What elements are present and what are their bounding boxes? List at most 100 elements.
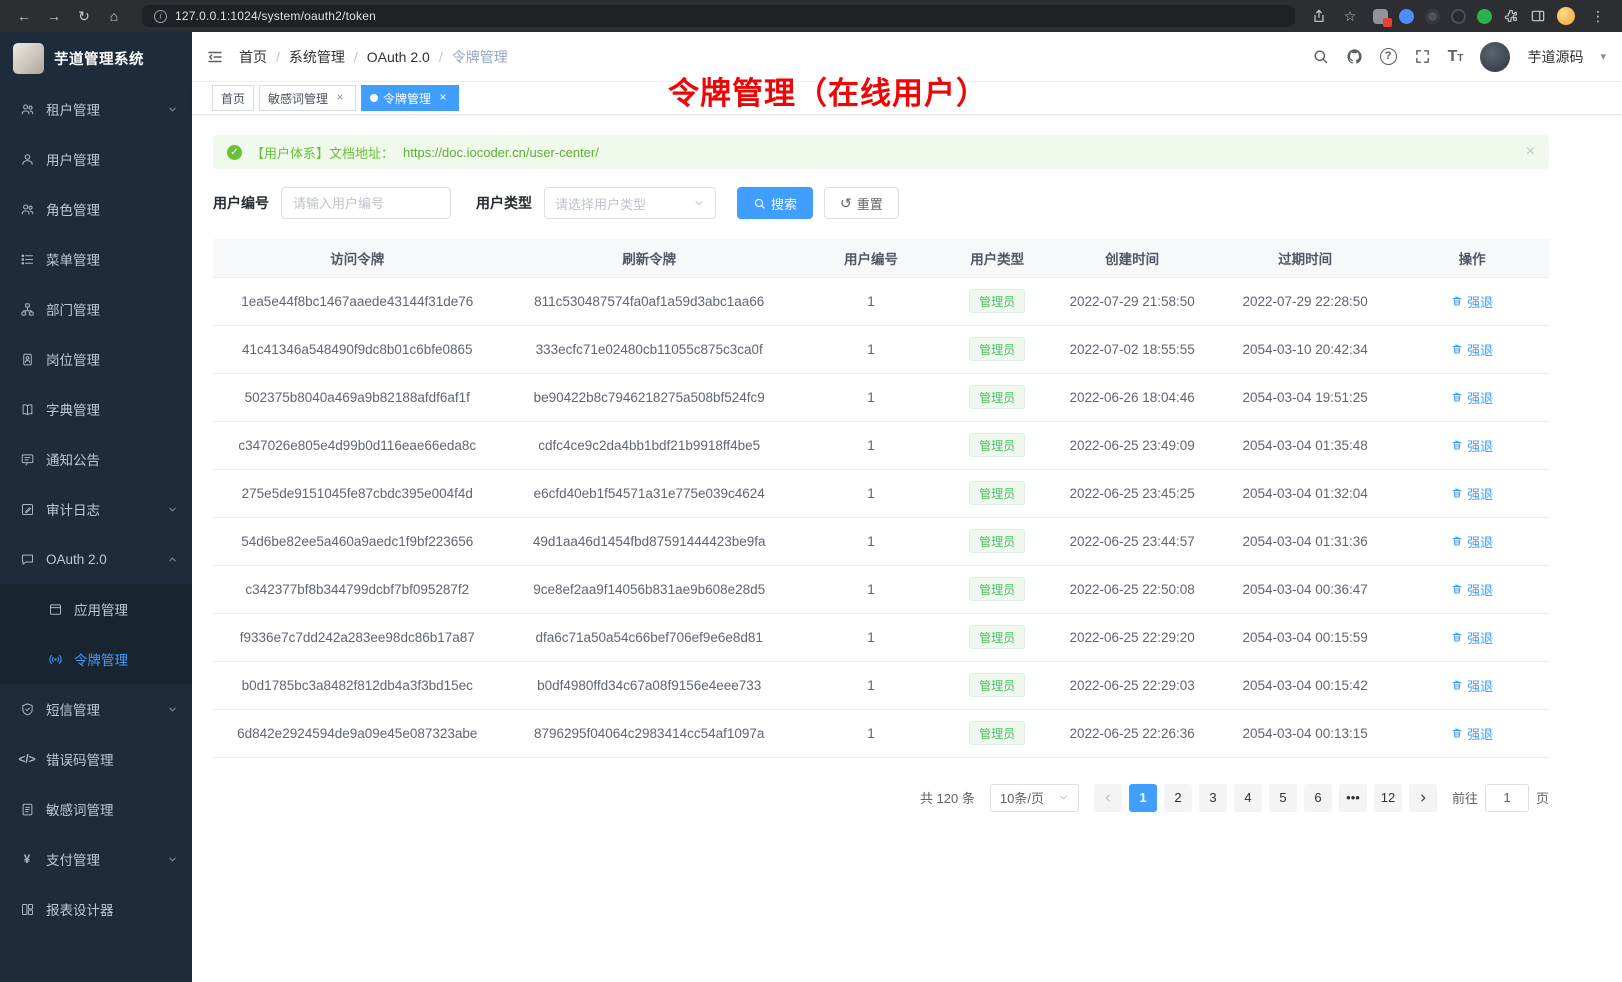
sidebar-item-sms-management[interactable]: 短信管理 xyxy=(0,684,192,734)
force-logout-button[interactable]: 强退 xyxy=(1451,532,1493,551)
chevron-down-icon xyxy=(1058,792,1069,803)
close-icon[interactable]: × xyxy=(1526,143,1535,161)
access-token-cell: c347026e805e4d99b0d116eae66eda8c xyxy=(213,421,502,469)
access-token-cell: f9336e7c7dd242a283ee98dc86b17a87 xyxy=(213,613,502,661)
extension-icon[interactable] xyxy=(1425,9,1440,24)
sidebar-item-app-management[interactable]: 应用管理 xyxy=(0,584,192,634)
url-text[interactable]: 127.0.0.1:1024/system/oauth2/token xyxy=(175,9,376,23)
user-avatar[interactable] xyxy=(1480,42,1510,72)
sidebar-item-label: 敏感词管理 xyxy=(46,799,114,819)
address-bar[interactable]: i 127.0.0.1:1024/system/oauth2/token xyxy=(142,5,1295,27)
force-logout-button[interactable]: 强退 xyxy=(1451,724,1493,743)
next-page-button[interactable] xyxy=(1409,784,1437,812)
sidebar-item-dict-management[interactable]: 字典管理 xyxy=(0,384,192,434)
force-logout-button[interactable]: 强退 xyxy=(1451,580,1493,599)
fullscreen-icon[interactable] xyxy=(1414,48,1431,65)
close-icon[interactable]: × xyxy=(436,91,450,105)
browser-profile-avatar[interactable] xyxy=(1557,7,1575,25)
side-panel-icon[interactable] xyxy=(1530,8,1546,24)
sidebar-collapse-icon[interactable] xyxy=(206,48,224,66)
sidebar-item-user-management[interactable]: 用户管理 xyxy=(0,134,192,184)
table-row: c347026e805e4d99b0d116eae66eda8c cdfc4ce… xyxy=(213,421,1549,469)
force-logout-button[interactable]: 强退 xyxy=(1451,436,1493,455)
breadcrumb-item-home[interactable]: 首页 xyxy=(239,47,267,67)
page-size-select[interactable]: 10条/页 xyxy=(990,784,1079,812)
github-icon[interactable] xyxy=(1346,48,1363,65)
page-button-1[interactable]: 1 xyxy=(1129,784,1157,812)
username[interactable]: 芋道源码 xyxy=(1527,47,1583,67)
sidebar-item-dept-management[interactable]: 部门管理 xyxy=(0,284,192,334)
user-type-select[interactable]: 请选择用户类型 xyxy=(544,187,716,219)
page-button-12[interactable]: 12 xyxy=(1374,784,1402,812)
user-id-cell: 1 xyxy=(797,421,945,469)
force-logout-button[interactable]: 强退 xyxy=(1451,628,1493,647)
app-logo[interactable]: 芋道管理系统 xyxy=(0,32,192,84)
sidebar-item-role-management[interactable]: 角色管理 xyxy=(0,184,192,234)
tab-home[interactable]: 首页 xyxy=(212,85,254,111)
user-id-input[interactable] xyxy=(281,187,451,219)
user-id-label: 用户编号 xyxy=(213,193,269,213)
col-expire-time: 过期时间 xyxy=(1215,239,1395,277)
share-icon[interactable] xyxy=(1311,8,1327,24)
bookmark-star-icon[interactable]: ☆ xyxy=(1338,0,1362,32)
breadcrumb-item-system[interactable]: 系统管理 xyxy=(289,47,345,67)
extension-icon[interactable] xyxy=(1477,9,1492,24)
extension-icon[interactable] xyxy=(1451,9,1466,24)
force-logout-button[interactable]: 强退 xyxy=(1451,340,1493,359)
reset-button[interactable]: ↺ 重置 xyxy=(824,187,899,219)
breadcrumb-item-oauth2[interactable]: OAuth 2.0 xyxy=(367,49,430,65)
font-size-icon[interactable]: TT xyxy=(1448,49,1464,65)
browser-home-icon[interactable]: ⌂ xyxy=(102,0,126,32)
puzzle-extensions-icon[interactable] xyxy=(1503,8,1519,24)
sidebar-item-tenant-management[interactable]: 租户管理 xyxy=(0,84,192,134)
sidebar-item-label: 租户管理 xyxy=(46,99,100,119)
site-info-icon[interactable]: i xyxy=(154,10,167,23)
browser-menu-icon[interactable]: ⋮ xyxy=(1586,0,1610,32)
browser-forward-icon[interactable]: → xyxy=(42,0,66,32)
sidebar-item-token-management[interactable]: 令牌管理 xyxy=(0,634,192,684)
search-button[interactable]: 搜索 xyxy=(737,187,813,219)
chevron-down-icon[interactable]: ▾ xyxy=(1600,50,1606,63)
tab-token-management[interactable]: 令牌管理 × xyxy=(361,85,459,111)
browser-chrome: ← → ↻ ⌂ i 127.0.0.1:1024/system/oauth2/t… xyxy=(0,0,1622,32)
page-button-4[interactable]: 4 xyxy=(1234,784,1262,812)
force-logout-button[interactable]: 强退 xyxy=(1451,676,1493,695)
sidebar-item-error-code-management[interactable]: </> 错误码管理 xyxy=(0,734,192,784)
page-ellipsis-button[interactable]: ••• xyxy=(1339,784,1367,812)
col-refresh-token: 刷新令牌 xyxy=(502,239,797,277)
refresh-token-cell: 9ce8ef2aa9f14056b831ae9b608e28d5 xyxy=(502,565,797,613)
force-logout-button[interactable]: 强退 xyxy=(1451,388,1493,407)
sidebar-item-sensitive-word-management[interactable]: 敏感词管理 xyxy=(0,784,192,834)
page-button-3[interactable]: 3 xyxy=(1199,784,1227,812)
sidebar-item-label: 角色管理 xyxy=(46,199,100,219)
sidebar-item-audit-log[interactable]: 审计日志 xyxy=(0,484,192,534)
user-icon xyxy=(19,152,35,167)
browser-reload-icon[interactable]: ↻ xyxy=(72,0,96,32)
prev-page-button[interactable] xyxy=(1094,784,1122,812)
page-button-5[interactable]: 5 xyxy=(1269,784,1297,812)
sidebar-item-post-management[interactable]: 岗位管理 xyxy=(0,334,192,384)
sidebar-item-menu-management[interactable]: 菜单管理 xyxy=(0,234,192,284)
help-icon[interactable]: ? xyxy=(1380,48,1397,65)
tab-sensitive-word[interactable]: 敏感词管理 × xyxy=(259,85,356,111)
table-row: f9336e7c7dd242a283ee98dc86b17a87 dfa6c71… xyxy=(213,613,1549,661)
doc-link[interactable]: https://doc.iocoder.cn/user-center/ xyxy=(403,145,599,160)
extension-icon[interactable] xyxy=(1399,9,1414,24)
sidebar-item-notice-management[interactable]: 通知公告 xyxy=(0,434,192,484)
goto-page-input[interactable] xyxy=(1485,784,1529,812)
page-button-6[interactable]: 6 xyxy=(1304,784,1332,812)
close-icon[interactable]: × xyxy=(333,91,347,105)
sidebar-item-label: 岗位管理 xyxy=(46,349,100,369)
sidebar-item-payment-management[interactable]: ¥ 支付管理 xyxy=(0,834,192,884)
browser-back-icon[interactable]: ← xyxy=(12,0,36,32)
create-time-cell: 2022-06-25 22:29:20 xyxy=(1049,613,1215,661)
breadcrumb-separator: / xyxy=(439,49,443,65)
force-logout-button[interactable]: 强退 xyxy=(1451,292,1493,311)
search-icon[interactable] xyxy=(1312,48,1329,65)
sidebar-item-report-designer[interactable]: 报表设计器 xyxy=(0,884,192,934)
extension-icon[interactable] xyxy=(1373,9,1388,24)
force-logout-button[interactable]: 强退 xyxy=(1451,484,1493,503)
page-button-2[interactable]: 2 xyxy=(1164,784,1192,812)
sidebar-item-oauth2[interactable]: OAuth 2.0 xyxy=(0,534,192,584)
page-content: ✓ 【用户体系】文档地址： https://doc.iocoder.cn/use… xyxy=(192,115,1622,982)
